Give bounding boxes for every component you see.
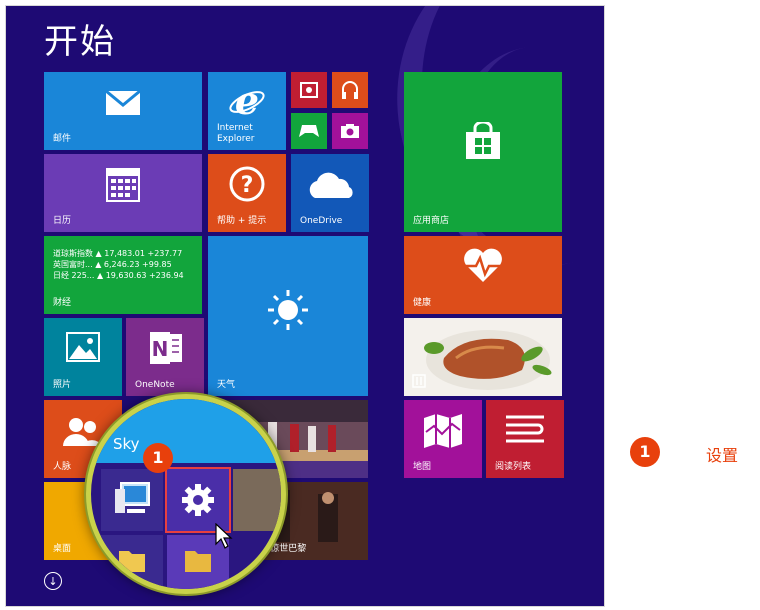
tile-store[interactable]: 应用商店 [404,72,562,232]
tile-weather[interactable]: 天气 [208,236,368,396]
map-icon [424,414,462,448]
finance-row: 英国富时... ▲ 6,246.23 +99.85 [53,260,172,269]
tile-label: 健康 [413,298,432,308]
store-icon [466,122,500,159]
tile-label: 人脉 [53,462,72,472]
tile-games[interactable] [291,113,327,149]
tile-health[interactable]: 健康 [404,236,562,314]
pc-icon [115,482,150,513]
legend-label: 设置 [706,446,739,465]
tile-music[interactable] [332,72,368,108]
photos-icon [66,332,100,362]
onenote-icon: N [150,332,182,364]
all-apps-arrow-icon[interactable]: ↓ [44,572,62,590]
video-icon [300,82,318,98]
ie-icon: e [229,82,265,120]
zoomed-folder-tile [101,535,163,589]
zoomed-settings-tile[interactable] [165,467,231,533]
tile-finance[interactable]: 道琼斯指数 ▲ 17,483.01 +237.77 英国富时... ▲ 6,24… [44,236,202,314]
tile-calendar[interactable]: 日历 [44,154,202,232]
svg-text:?: ? [241,173,254,198]
tile-reading-list[interactable]: 阅读列表 [486,400,564,478]
food-photo [404,318,562,396]
tile-label: 阅读列表 [495,462,532,472]
zoomed-pc-tile [101,469,163,531]
tile-label: 照片 [53,380,72,390]
finance-row: 日经 225... ▲ 19,630.63 +236.94 [53,271,184,280]
cursor-icon [215,523,233,549]
gear-icon [182,484,214,516]
svg-text:e: e [235,82,259,120]
tile-label: 地图 [413,462,432,472]
zoomed-skype-tile: Sky [91,399,281,463]
tile-help[interactable]: ? 帮助 + 提示 [208,154,286,232]
finance-data: 道琼斯指数 ▲ 17,483.01 +237.77 英国富时... ▲ 6,24… [53,248,184,281]
tile-photos[interactable]: 照片 [44,318,122,396]
legend-badge: 1 [630,437,660,467]
tile-onenote[interactable]: N OneNote [126,318,204,396]
calendar-icon [106,168,140,202]
reading-icon [506,415,544,443]
music-icon [342,81,358,99]
tile-label: Internet Explorer [217,123,255,144]
tile-maps[interactable]: 地图 [404,400,482,478]
svg-text:N: N [152,337,169,361]
folder-icon [119,551,145,572]
tile-label: 天气 [217,380,236,390]
mail-icon [105,90,141,115]
tile-video[interactable] [291,72,327,108]
tile-label: OneNote [135,380,175,390]
skype-label: Sky [113,435,140,453]
tile-camera[interactable] [332,113,368,149]
start-screen: 开始 邮件 e Internet Explorer 日历 ? 帮助 + 提示 O… [6,6,604,606]
tile-label: OneDrive [300,216,343,226]
tile-mail[interactable]: 邮件 [44,72,202,150]
tile-internet-explorer[interactable]: e Internet Explorer [208,72,286,150]
tile-label: 日历 [53,216,72,226]
zoomed-photo-tile [233,469,281,531]
page-title: 开始 [44,22,116,62]
finance-row: 道琼斯指数 ▲ 17,483.01 +237.77 [53,249,183,258]
callout-badge: 1 [143,443,173,473]
camera-icon [341,124,359,138]
games-icon [299,125,319,137]
tile-food[interactable] [404,318,562,396]
folder-icon [185,551,211,572]
tile-label: 应用商店 [413,216,450,226]
tile-onedrive[interactable]: OneDrive [291,154,369,232]
food-icon [412,374,426,388]
tile-label: 桌面 [53,544,72,554]
sun-icon [268,290,308,330]
help-icon: ? [229,166,265,202]
tile-label: 帮助 + 提示 [217,216,267,226]
tile-label: 邮件 [53,134,72,144]
heart-icon [464,248,502,282]
tile-label: 财经 [53,298,72,308]
magnifier-lens: Sky 1 [86,394,286,594]
cloud-icon [309,172,353,198]
